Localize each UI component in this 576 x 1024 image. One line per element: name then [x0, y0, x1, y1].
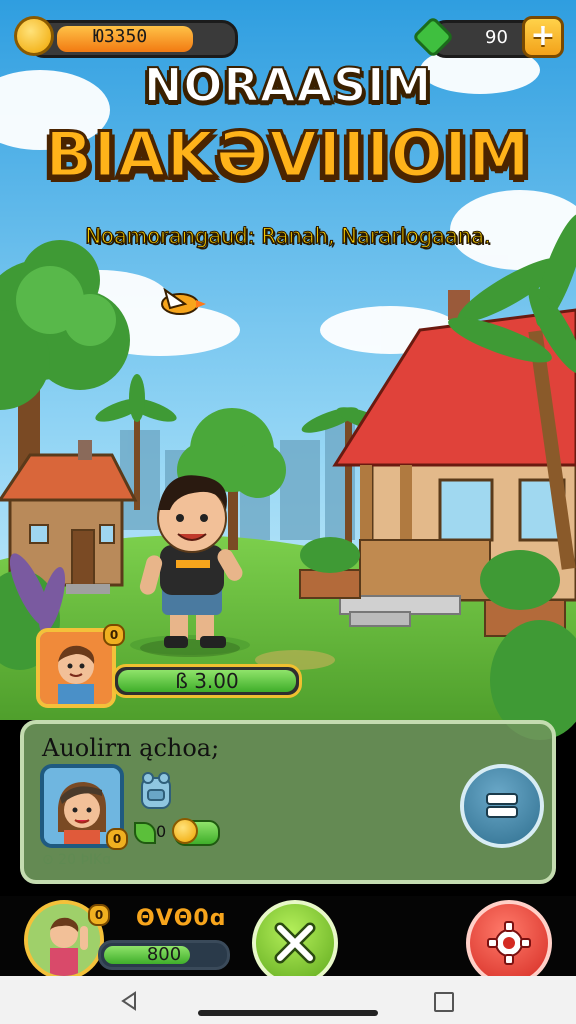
panel-counter-value: 0	[156, 822, 167, 841]
panel-portrait-badge: 0	[106, 828, 128, 850]
panel-faded-text: ⊙ 20 ÞIKɑ	[42, 852, 112, 868]
player-badge: 0	[103, 624, 125, 646]
bottom-score-label: ΘVΘ0ɑ	[136, 906, 227, 931]
close-icon	[274, 922, 316, 964]
system-navigation-bar	[0, 976, 576, 1024]
game-title-line2: BIAKƏVIIIOIM	[44, 117, 532, 193]
info-panel: Auolirn ąchoa; 0 0 ⊙ 20 ÞIKɑ	[20, 720, 556, 884]
coin-icon	[14, 16, 54, 56]
gear-icon	[487, 921, 531, 965]
menu-icon	[486, 793, 518, 818]
backpack-icon	[141, 772, 171, 809]
plus-icon: +	[530, 18, 556, 53]
bottom-avatar-badge: 0	[88, 904, 110, 926]
settings-button[interactable]	[466, 900, 552, 986]
back-icon[interactable]	[118, 990, 140, 1012]
coins-value: Ю3350	[93, 26, 148, 47]
leaf-icon	[134, 822, 156, 844]
coins-bar: Ю3350	[28, 20, 238, 58]
bottom-hp-bar: 800	[98, 940, 230, 970]
panel-title: Auolirn ąchoa;	[42, 734, 220, 762]
player-face-icon	[40, 632, 112, 704]
add-gems-button[interactable]: +	[522, 16, 564, 58]
bottom-hp-value: 800	[146, 944, 182, 965]
recents-icon[interactable]	[434, 992, 454, 1012]
gems-value: 90	[485, 27, 508, 48]
player-xp-bar: ß 3.00	[112, 664, 302, 698]
player-xp-value: ß 3.00	[175, 669, 239, 693]
home-icon[interactable]	[198, 1010, 378, 1016]
game-title-line1: NORAASIM	[143, 57, 433, 113]
panel-coin-bar	[172, 818, 220, 846]
close-button[interactable]	[252, 900, 338, 986]
menu-button[interactable]	[460, 764, 544, 848]
coin-icon	[172, 818, 198, 844]
game-subtitle: Noamorangaud: Ranah, Nararlogaana.	[85, 224, 491, 249]
